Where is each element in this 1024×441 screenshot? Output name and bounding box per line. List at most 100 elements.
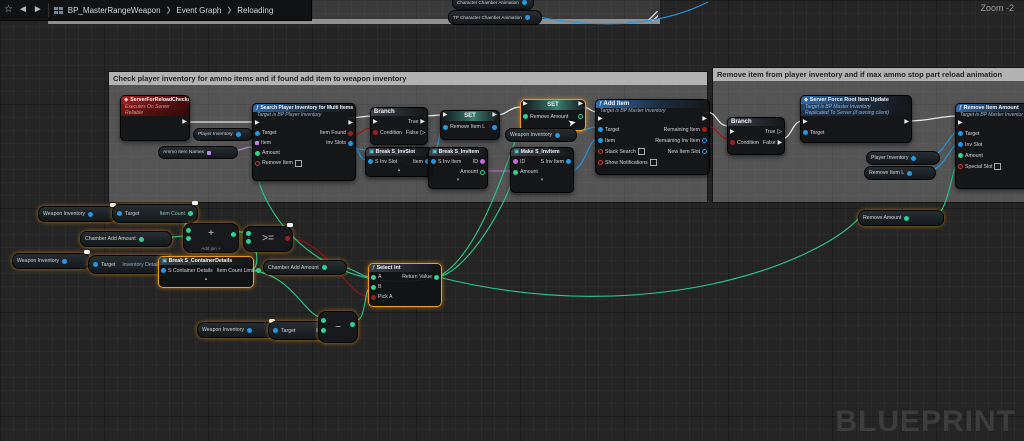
object-pin[interactable] xyxy=(522,0,527,5)
var-pill-weapon-inventory-3[interactable]: Weapon Inventory xyxy=(197,322,275,338)
object-pin[interactable] xyxy=(88,212,93,217)
blueprint-graph-canvas[interactable]: Character Chamber Animation TP Character… xyxy=(0,0,1024,441)
target-pin[interactable] xyxy=(117,211,122,216)
stack-search-checkbox[interactable] xyxy=(638,148,645,155)
exec-in-pin[interactable]: ▶ xyxy=(373,119,378,125)
var-pill-chamber-add-amount-2[interactable]: Chamber Add Amount xyxy=(263,260,347,275)
stack-search-pin[interactable] xyxy=(598,149,603,154)
exec-in-pin[interactable]: ▶ xyxy=(958,120,963,126)
collapse-arrow-icon[interactable]: ▴ xyxy=(366,167,432,173)
item-pin[interactable] xyxy=(255,141,259,145)
var-pill-player-inventory[interactable]: Player Inventory xyxy=(193,128,253,141)
b-pin[interactable] xyxy=(371,285,376,290)
nav-forward-icon[interactable]: ► xyxy=(33,5,43,15)
remaining-item-pin[interactable] xyxy=(702,127,707,132)
struct-out-pin[interactable] xyxy=(566,159,571,164)
target-pin[interactable] xyxy=(255,131,260,136)
pick-a-pin[interactable] xyxy=(371,295,376,300)
node-break-s-invitem[interactable]: ▣ Break S_InvItem S Inv ItemID Amount ▾ xyxy=(428,147,488,189)
return-value-pin[interactable] xyxy=(434,275,439,280)
target-pin[interactable] xyxy=(93,262,98,267)
var-pill-ammo-item-names[interactable]: Ammo Item Names xyxy=(158,146,238,159)
breadcrumb-reloading[interactable]: Reloading xyxy=(237,6,273,15)
node-select-int[interactable]: ƒ Select Int AReturn Value B Pick A xyxy=(368,263,442,307)
int-pin[interactable] xyxy=(904,216,909,221)
show-notifications-pin[interactable] xyxy=(598,160,603,165)
nav-back-icon[interactable]: ◄ xyxy=(18,5,28,15)
collapse-arrow-icon[interactable]: ▾ xyxy=(511,177,573,183)
object-pin[interactable] xyxy=(236,132,241,137)
bool-out-pin[interactable] xyxy=(285,236,290,241)
in-b-pin[interactable] xyxy=(186,236,191,241)
comment-bubble-icon[interactable] xyxy=(84,250,90,254)
node-greater-equal[interactable]: >= xyxy=(243,226,293,252)
exec-out-pin[interactable]: ▶ xyxy=(348,120,353,126)
exec-out-pin[interactable]: ▶ xyxy=(182,119,187,125)
var-pill-player-inventory-2[interactable]: Player Inventory xyxy=(866,151,940,165)
var-pill-chamber-add-amount-1[interactable]: Chamber Add Amount xyxy=(80,231,172,247)
var-pill-remove-amount[interactable]: Remove Amount xyxy=(858,210,944,226)
inv-slots-pin[interactable] xyxy=(348,141,353,146)
struct-in-pin[interactable] xyxy=(368,159,373,164)
exec-in-pin[interactable]: ▶ xyxy=(730,129,735,135)
struct-in-pin[interactable] xyxy=(161,268,166,273)
condition-pin[interactable] xyxy=(730,140,735,145)
remove-item-checkbox[interactable] xyxy=(295,160,302,167)
exec-in-pin[interactable]: ▶ xyxy=(443,112,448,118)
amount-pin[interactable] xyxy=(958,153,963,158)
breadcrumb-event-graph[interactable]: Event Graph xyxy=(176,6,221,15)
value-out-pin[interactable] xyxy=(578,114,583,119)
amount-in-pin[interactable] xyxy=(513,170,518,175)
node-server-force-root-item-update[interactable]: ◆ Server Force Root Item Update Target i… xyxy=(800,95,912,143)
object-pin[interactable] xyxy=(907,171,912,176)
int-out-pin[interactable] xyxy=(188,211,193,216)
target-pin[interactable] xyxy=(598,127,603,132)
item-pin[interactable] xyxy=(598,138,603,143)
object-pin[interactable] xyxy=(62,259,67,264)
out-pin[interactable] xyxy=(350,322,355,327)
exec-out-pin[interactable]: ▶ xyxy=(702,116,707,122)
breadcrumb-blueprint[interactable]: BP_MasterRangeWeapon xyxy=(68,6,161,15)
true-exec-pin[interactable]: ▶ xyxy=(420,119,425,125)
node-item-count-1[interactable]: Target Item Count xyxy=(112,204,198,223)
object-pin[interactable] xyxy=(555,133,560,138)
exec-out-pin[interactable]: ▶ xyxy=(578,101,583,107)
condition-pin[interactable] xyxy=(373,130,378,135)
show-notifications-checkbox[interactable] xyxy=(650,159,657,166)
in-a-pin[interactable] xyxy=(186,228,191,233)
add-pin-button[interactable]: Add pin + xyxy=(184,246,238,251)
object-pin[interactable] xyxy=(525,15,530,20)
exec-in-pin[interactable]: ▶ xyxy=(523,101,528,107)
a-pin[interactable] xyxy=(371,275,376,280)
collapse-arrow-icon[interactable]: ▴ xyxy=(159,276,253,282)
inv-slot-pin[interactable] xyxy=(958,142,963,147)
node-set-remove-item-l[interactable]: ▶ SET ▶ Remove Item L xyxy=(440,110,500,140)
value-out-pin[interactable] xyxy=(492,125,497,130)
value-in-pin[interactable] xyxy=(523,114,528,119)
node-add-int[interactable]: + Add pin + xyxy=(183,223,239,253)
value-in-pin[interactable] xyxy=(443,125,448,130)
special-slot-checkbox[interactable] xyxy=(994,163,1001,170)
in-a-pin[interactable] xyxy=(321,318,326,323)
exec-in-pin[interactable]: ▶ xyxy=(255,120,260,126)
true-exec-pin[interactable]: ▷ xyxy=(777,129,782,135)
item-found-pin[interactable] xyxy=(348,131,353,136)
var-pill-tp-character-chamber-animation[interactable]: TP Character Chamber Animation xyxy=(448,10,542,25)
var-pill-weapon-inventory-1[interactable]: Weapon Inventory xyxy=(38,206,116,222)
node-remove-item-amount[interactable]: ƒ Remove Item Amount Target is BP Master… xyxy=(955,103,1024,189)
node-make-s-invitem[interactable]: ▣ Make S_InvItem IDS Inv Item Amount ▾ xyxy=(510,147,574,193)
remove-item-pin[interactable] xyxy=(255,161,260,166)
id-out-pin[interactable] xyxy=(480,159,485,164)
false-exec-pin[interactable]: ▶ xyxy=(778,140,783,146)
amount-pin[interactable] xyxy=(255,151,260,156)
target-pin[interactable] xyxy=(273,328,278,333)
comment-bubble-icon[interactable] xyxy=(192,201,198,205)
remaining-inv-item-pin[interactable] xyxy=(702,138,707,143)
in-a-pin[interactable] xyxy=(246,231,251,236)
node-custom-event-server-for-reload-checks[interactable]: ◆ ServerForReloadChecks Executes On Serv… xyxy=(120,95,190,141)
target-pin[interactable] xyxy=(803,130,808,135)
int-pin[interactable] xyxy=(139,237,144,242)
comment-bubble-icon[interactable] xyxy=(287,223,293,227)
node-branch-left[interactable]: Branch ▶True▶ ConditionFalse▷ xyxy=(370,107,428,145)
id-in-pin[interactable] xyxy=(513,159,518,164)
